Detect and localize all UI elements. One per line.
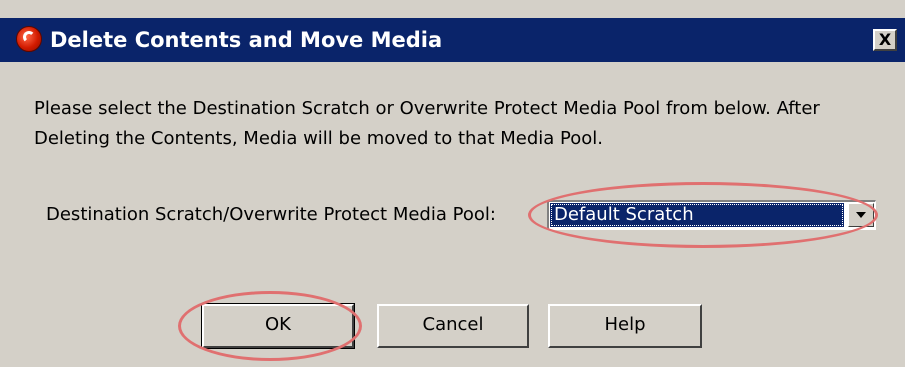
close-icon[interactable]: X — [873, 29, 897, 51]
cancel-button[interactable]: Cancel — [377, 304, 529, 348]
app-logo-icon — [16, 26, 42, 52]
chevron-down-icon[interactable] — [848, 203, 874, 227]
media-pool-label: Destination Scratch/Overwrite Protect Me… — [46, 204, 496, 225]
instruction-text: Please select the Destination Scratch or… — [34, 98, 820, 149]
ok-button[interactable]: OK — [201, 303, 355, 349]
dialog-window: Delete Contents and Move Media X Please … — [0, 0, 905, 367]
window-title: Delete Contents and Move Media — [50, 28, 443, 52]
media-pool-select[interactable]: Default Scratch — [547, 200, 876, 230]
help-button[interactable]: Help — [548, 304, 702, 348]
title-bar[interactable]: Delete Contents and Move Media X — [0, 18, 905, 62]
media-pool-selected-value[interactable]: Default Scratch — [550, 203, 844, 227]
